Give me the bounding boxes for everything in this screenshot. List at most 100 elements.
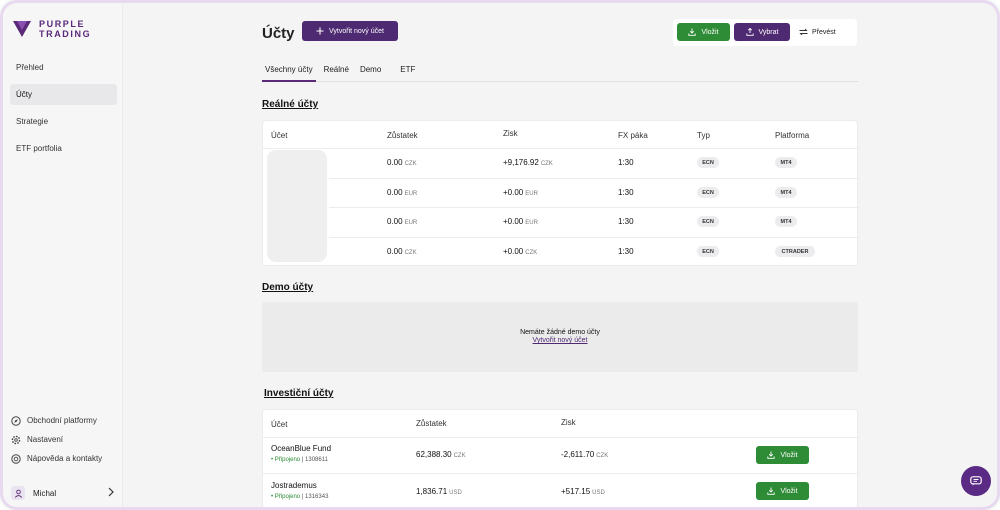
- real-accounts-title: Reálné účty: [262, 99, 319, 110]
- sidebar-item-settings[interactable]: Nastavení: [11, 430, 119, 449]
- sidebar-bottom: Obchodní platformy Nastavení Nápověda a …: [11, 411, 119, 468]
- tab-all[interactable]: Všechny účty: [262, 65, 316, 82]
- page-title: Účty: [262, 25, 295, 42]
- status-text: Připojeno: [274, 457, 301, 463]
- chevron-right-icon: [107, 487, 115, 499]
- currency: CZK: [404, 161, 417, 167]
- deposit-label: Vložit: [780, 451, 798, 459]
- currency: EUR: [525, 191, 538, 197]
- currency: CZK: [525, 250, 538, 256]
- withdraw-button[interactable]: Vybrat: [734, 23, 790, 41]
- currency: CZK: [453, 453, 466, 459]
- currency: EUR: [404, 220, 418, 226]
- investment-accounts-table: Účet Zůstatek Zisk OceanBlue Fund • Přip…: [262, 409, 859, 507]
- column-header: Platforma: [775, 131, 810, 140]
- transfer-icon: [799, 28, 808, 36]
- app-frame: PURPLE TRADING Přehled Účty Strategie ET…: [3, 3, 997, 507]
- currency: CZK: [540, 161, 553, 167]
- deposit-button[interactable]: Vložit: [756, 482, 809, 500]
- table-row-balance: 0.00 EUR: [387, 217, 417, 226]
- deposit-icon: [688, 28, 697, 36]
- transfer-label: Převést: [812, 28, 836, 36]
- divider: [263, 473, 859, 474]
- deposit-label: Vložit: [701, 28, 719, 36]
- table-row-balance: 1,836.71 USD: [416, 487, 462, 496]
- account-name[interactable]: Jostrademus: [271, 481, 317, 490]
- balance-value: 0.00: [387, 247, 403, 256]
- logo[interactable]: PURPLE TRADING: [13, 19, 91, 39]
- user-name: Michal: [33, 488, 57, 498]
- create-demo-link[interactable]: Vytvořit nový účet: [262, 337, 858, 344]
- profit-value: +0.00: [503, 217, 524, 226]
- platform-badge: MT4: [775, 187, 797, 198]
- tab-demo[interactable]: Demo: [357, 65, 384, 82]
- table-row-balance: 62,388.30 CZK: [416, 450, 466, 459]
- demo-accounts-title: Demo účty: [262, 282, 314, 293]
- deposit-button[interactable]: Vložit: [756, 446, 809, 464]
- type-badge: ECN: [697, 216, 719, 227]
- currency: CZK: [404, 250, 417, 256]
- account-id: 1308611: [305, 457, 328, 463]
- user-menu[interactable]: Michal: [11, 483, 115, 503]
- divider: [329, 237, 859, 238]
- column-header: Zůstatek: [416, 419, 447, 428]
- create-account-label: Vytvořit nový účet: [329, 27, 384, 35]
- sidebar-item-help[interactable]: Nápověda a kontakty: [11, 449, 119, 468]
- brand-name: PURPLE TRADING: [39, 19, 91, 39]
- deposit-button[interactable]: Vložit: [677, 23, 730, 41]
- balance-value: 0.00: [387, 158, 403, 167]
- gear-icon: [11, 435, 21, 444]
- column-header: Zisk: [503, 129, 518, 138]
- create-account-button[interactable]: Vytvořit nový účet: [302, 21, 398, 41]
- type-badge: ECN: [697, 157, 719, 168]
- user-icon: [14, 489, 22, 498]
- divider: [263, 148, 859, 149]
- table-row-balance: 0.00 EUR: [387, 188, 417, 197]
- account-tabs: Všechny účty Reálné Demo ETF: [262, 65, 858, 82]
- currency: CZK: [596, 453, 609, 459]
- account-name[interactable]: OceanBlue Fund: [271, 444, 331, 453]
- investment-accounts-title: Investiční účty: [264, 388, 334, 399]
- table-row-profit: +9,176.92 CZK: [503, 158, 553, 167]
- sidebar-item-etf[interactable]: ETF portfolia: [10, 138, 117, 159]
- help-icon: [11, 453, 21, 464]
- platform-badge: MT4: [775, 216, 797, 227]
- tab-etf[interactable]: ETF: [397, 65, 418, 82]
- sidebar-item-platforms[interactable]: Obchodní platformy: [11, 411, 119, 430]
- table-row-profit: +0.00 EUR: [503, 188, 538, 197]
- profit-value: +517.15: [561, 487, 591, 496]
- deposit-icon: [767, 451, 776, 459]
- leverage: 1:30: [618, 247, 634, 256]
- sidebar-item-accounts[interactable]: Účty: [10, 84, 117, 105]
- sidebar: PURPLE TRADING Přehled Účty Strategie ET…: [3, 3, 123, 507]
- sidebar-nav: Přehled Účty Strategie ETF portfolia: [10, 57, 117, 165]
- real-accounts-table: Účet Zůstatek Zisk FX páka Typ Platforma…: [262, 120, 859, 266]
- sidebar-item-overview[interactable]: Přehled: [10, 57, 117, 78]
- sidebar-item-strategies[interactable]: Strategie: [10, 111, 117, 132]
- balance-value: 0.00: [387, 217, 403, 226]
- table-row-profit: +0.00 EUR: [503, 217, 538, 226]
- column-header: Účet: [271, 420, 288, 429]
- logo-icon: [13, 21, 31, 37]
- divider: [263, 437, 859, 438]
- currency: EUR: [525, 220, 538, 226]
- currency: EUR: [404, 191, 418, 197]
- withdraw-icon: [745, 28, 754, 36]
- profit-value: +0.00: [503, 188, 524, 197]
- table-row-profit: +517.15 USD: [561, 487, 605, 496]
- balance-value: 62,388.30: [416, 450, 452, 459]
- column-header: Zůstatek: [387, 131, 418, 140]
- help-label: Nápověda a kontakty: [27, 454, 103, 463]
- brand-line2: TRADING: [39, 29, 92, 39]
- deposit-label: Vložit: [780, 487, 798, 495]
- platform-badge: CTRADER: [775, 246, 815, 257]
- column-header: Typ: [697, 131, 710, 140]
- brand-line1: PURPLE: [39, 19, 86, 29]
- chat-button[interactable]: [961, 466, 991, 496]
- status-text: Připojeno: [274, 494, 301, 500]
- account-names-placeholder: [267, 150, 327, 262]
- tab-real[interactable]: Reálné: [321, 65, 352, 82]
- profit-value: -2,611.70: [561, 450, 595, 459]
- transfer-button[interactable]: Převést: [799, 23, 849, 41]
- platform-badge: MT4: [775, 157, 797, 168]
